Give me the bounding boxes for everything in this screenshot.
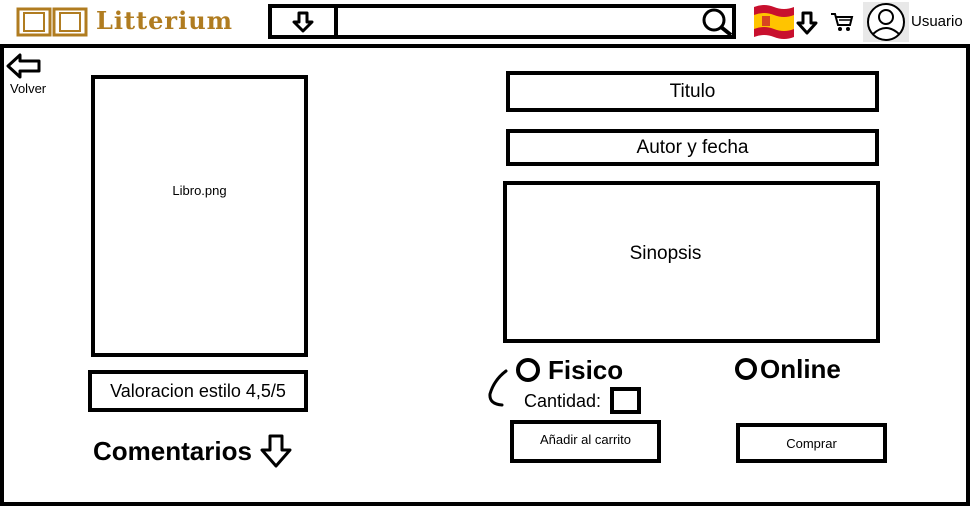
back-button[interactable]: Volver xyxy=(6,53,54,96)
physical-label: Fisico xyxy=(548,354,624,385)
user-label[interactable]: Usuario xyxy=(911,13,970,33)
quantity-field[interactable] xyxy=(610,387,641,414)
buy-label: Comprar xyxy=(786,435,837,451)
selection-mark-icon xyxy=(486,368,512,408)
author-date-box: Autor y fecha xyxy=(506,129,879,166)
quantity-label: Cantidad: xyxy=(524,391,602,411)
online-radio[interactable] xyxy=(735,358,757,380)
author-date-label: Autor y fecha xyxy=(636,136,749,158)
book-logo-icon[interactable] xyxy=(14,5,90,37)
cart-icon[interactable] xyxy=(830,12,854,32)
logo-text[interactable]: Litterium xyxy=(96,6,261,36)
user-avatar-icon[interactable] xyxy=(863,2,909,42)
title-label: Titulo xyxy=(669,80,716,102)
synopsis-label: Sinopsis xyxy=(629,243,702,264)
physical-option[interactable]: Fisico xyxy=(516,354,636,386)
synopsis-box: Sinopsis xyxy=(503,181,880,343)
search-category-dropdown[interactable] xyxy=(272,8,338,35)
book-image-label: Libro.png xyxy=(172,183,227,198)
online-label: Online xyxy=(760,353,841,384)
add-to-cart-label: Añadir al carrito xyxy=(539,432,632,447)
rating-label: Valoracion estilo 4,5/5 xyxy=(110,380,286,401)
buy-button[interactable]: Comprar xyxy=(736,423,887,463)
header-bar: Litterium Usuario xyxy=(0,0,970,44)
comments-toggle[interactable]: Comentarios xyxy=(93,433,313,469)
search-input[interactable] xyxy=(342,9,692,34)
title-box: Titulo xyxy=(506,71,879,112)
add-to-cart-button[interactable]: Añadir al carrito xyxy=(510,420,661,463)
book-cover-image: Libro.png xyxy=(91,75,308,357)
comments-label: Comentarios xyxy=(93,435,252,466)
spain-flag-icon[interactable] xyxy=(752,3,794,41)
back-label: Volver xyxy=(10,81,47,96)
back-arrow-icon xyxy=(6,53,41,79)
online-option[interactable]: Online xyxy=(735,353,865,385)
rating-box: Valoracion estilo 4,5/5 xyxy=(88,370,308,412)
search-icon[interactable] xyxy=(698,7,734,37)
physical-radio[interactable] xyxy=(516,358,540,382)
dropdown-arrow-icon xyxy=(292,11,314,32)
expand-arrow-icon xyxy=(260,434,292,468)
language-dropdown-arrow-icon[interactable] xyxy=(796,11,818,35)
